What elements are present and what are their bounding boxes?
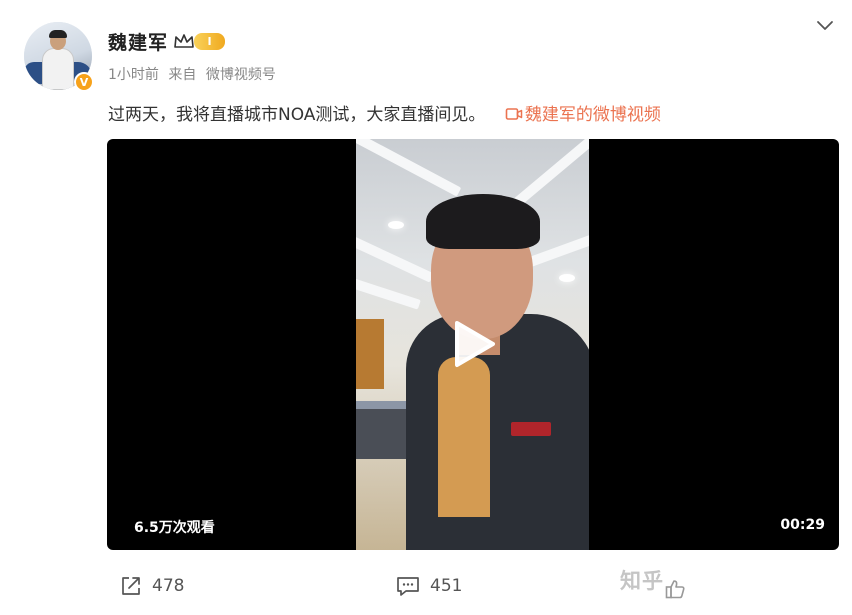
post-meta: 1小时前 来自 微博视频号 xyxy=(108,64,281,84)
video-player[interactable]: 6.5万次观看 00:29 xyxy=(107,139,839,550)
post-time[interactable]: 1小时前 xyxy=(108,67,159,83)
post-content: 过两天，我将直播城市NOA测试，大家直播间见。 魏建军的微博视频 xyxy=(108,100,661,125)
author-name[interactable]: 魏建军 xyxy=(108,28,168,55)
avatar-suit-shape xyxy=(42,48,74,90)
repost-count: 478 xyxy=(152,576,185,596)
ceiling-light xyxy=(388,221,404,229)
member-level-badge[interactable]: I xyxy=(194,33,225,50)
post-text: 过两天，我将直播城市NOA测试，大家直播间见。 xyxy=(108,105,486,125)
like-icon[interactable] xyxy=(664,578,686,600)
repost-button[interactable]: 478 xyxy=(120,575,184,597)
ceiling-panel xyxy=(356,235,434,283)
crown-icon xyxy=(174,34,194,48)
ceiling-light xyxy=(559,274,575,282)
person-shirt xyxy=(438,357,490,517)
verified-badge: V xyxy=(74,72,94,92)
play-icon[interactable] xyxy=(451,319,497,369)
ceiling-panel xyxy=(356,278,421,310)
comment-button[interactable]: 451 xyxy=(396,575,462,597)
comment-icon xyxy=(397,577,419,596)
ceiling-panel xyxy=(356,139,462,197)
post-source[interactable]: 微博视频号 xyxy=(206,67,276,83)
repost-icon xyxy=(122,577,140,595)
video-link-label: 魏建军的微博视频 xyxy=(524,105,661,125)
view-count: 6.5万次观看 xyxy=(134,520,215,536)
comment-count: 451 xyxy=(430,576,463,596)
video-channel-link[interactable]: 魏建军的微博视频 xyxy=(505,105,661,125)
avatar-hair-shape xyxy=(49,30,67,38)
wall-panel xyxy=(356,319,384,389)
person-hair xyxy=(426,194,540,249)
watermark: 知乎 xyxy=(620,569,664,593)
video-link-icon xyxy=(505,108,523,120)
weibo-post-card: V 魏建军 I 1小时前 来自 微博视频号 过两天，我将直播城市NOA测试，大家… xyxy=(0,0,852,615)
video-duration: 00:29 xyxy=(780,517,825,533)
source-prefix: 来自 xyxy=(168,67,197,83)
jacket-logo xyxy=(511,422,551,436)
chevron-down-icon[interactable] xyxy=(815,18,835,34)
